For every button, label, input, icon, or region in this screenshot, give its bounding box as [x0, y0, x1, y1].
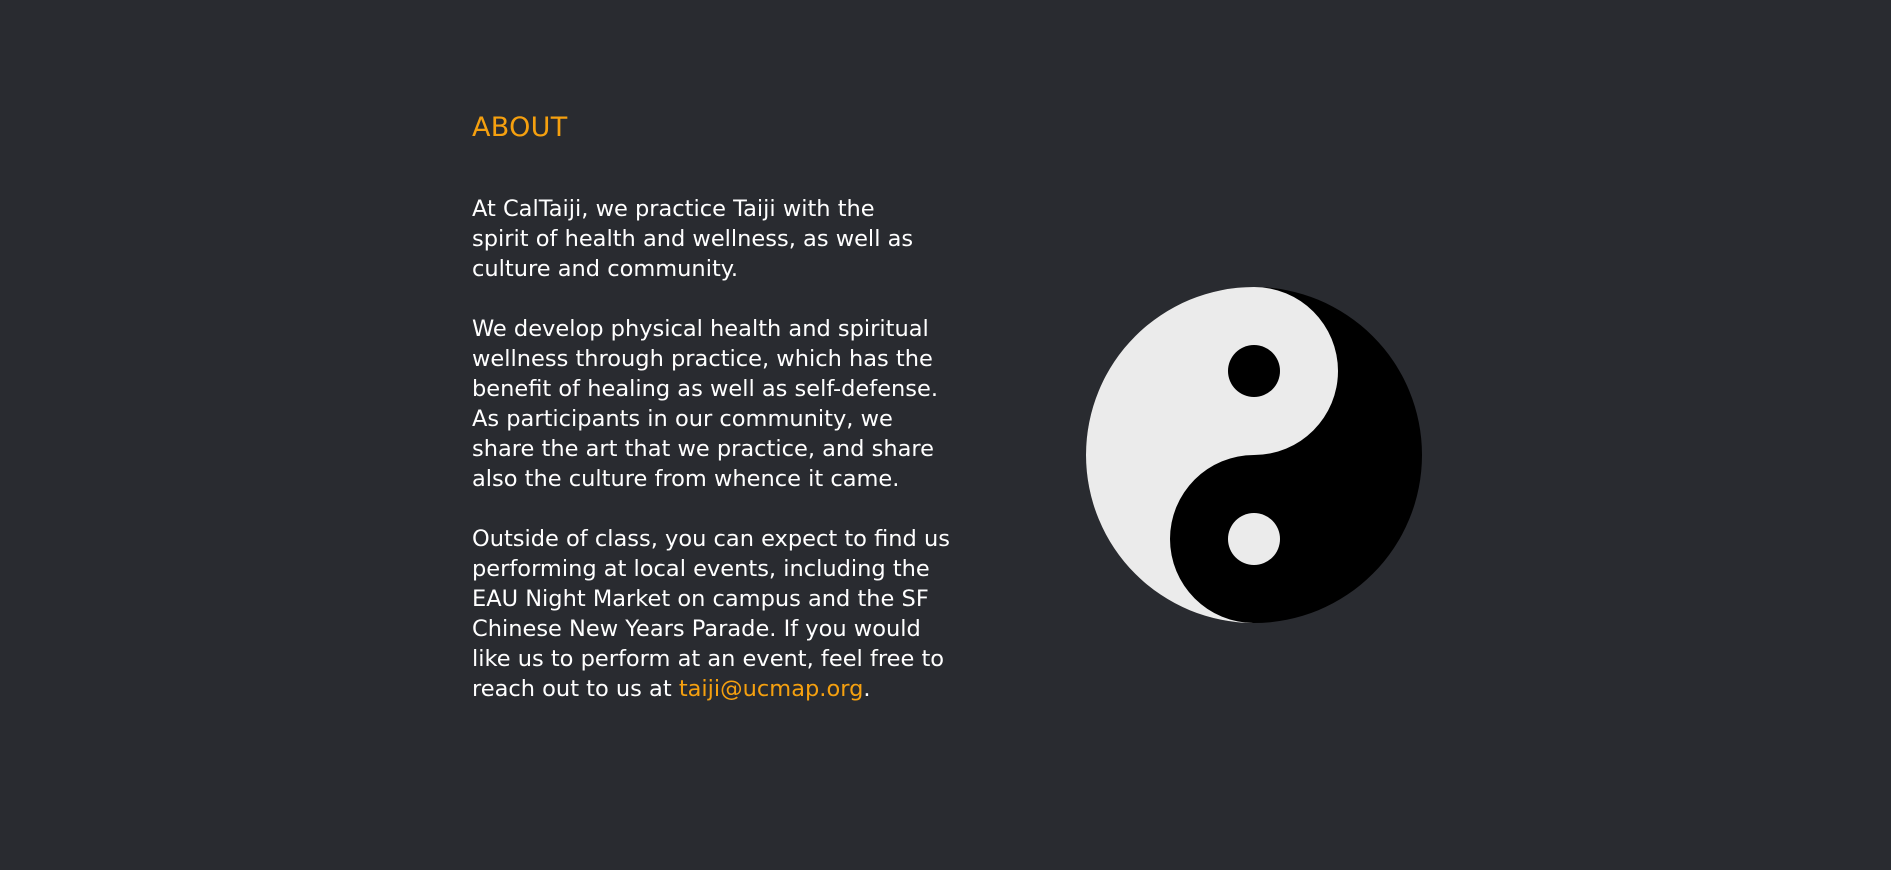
contact-text: reach out to us at [472, 676, 679, 702]
email-link[interactable]: taiji@ucmap.org [679, 676, 864, 702]
about-section: ABOUT At CalTaiji, we practice Taiji wit… [0, 0, 1891, 870]
yin-yang-dark-dot [1228, 345, 1280, 397]
paragraph-line: EAU Night Market on campus and the SF [472, 586, 929, 612]
about-paragraph-1: At CalTaiji, we practice Taiji with the … [472, 194, 992, 284]
paragraph-line: As participants in our community, we [472, 406, 893, 432]
paragraph-line: At CalTaiji, we practice Taiji with the [472, 196, 875, 222]
paragraph-line: culture and community. [472, 256, 739, 282]
paragraph-line: benefit of healing as well as self-defen… [472, 376, 939, 402]
paragraph-line: wellness through practice, which has the [472, 346, 933, 372]
paragraph-line: spirit of health and wellness, as well a… [472, 226, 914, 252]
paragraph-line: performing at local events, including th… [472, 556, 930, 582]
yin-yang-icon [1086, 287, 1422, 623]
about-paragraph-3: Outside of class, you can expect to find… [472, 524, 992, 704]
paragraph-line: also the culture from whence it came. [472, 466, 900, 492]
paragraph-line: We develop physical health and spiritual [472, 316, 929, 342]
period-text: . [863, 676, 871, 702]
paragraph-line: Outside of class, you can expect to find… [472, 526, 950, 552]
paragraph-line: share the art that we practice, and shar… [472, 436, 934, 462]
yin-yang-light-dot [1228, 513, 1280, 565]
about-paragraph-2: We develop physical health and spiritual… [472, 314, 992, 494]
paragraph-line: like us to perform at an event, feel fre… [472, 646, 945, 672]
paragraph-last-line: reach out to us at taiji@ucmap.org. [472, 674, 992, 704]
paragraph-line: Chinese New Years Parade. If you would [472, 616, 921, 642]
about-text-column: ABOUT At CalTaiji, we practice Taiji wit… [472, 110, 992, 704]
about-heading: ABOUT [472, 112, 568, 143]
